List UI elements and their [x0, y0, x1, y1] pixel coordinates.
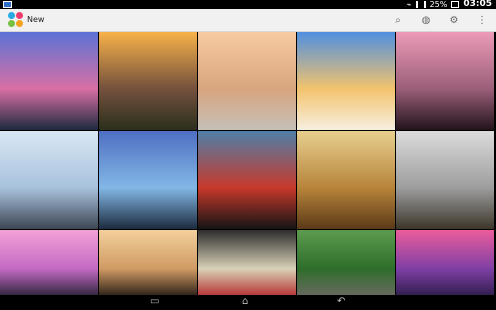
page-title: New: [27, 15, 45, 24]
recent-apps-icon[interactable]: ▭: [150, 296, 159, 307]
status-icons: ⌁ 25% 03:05: [407, 0, 492, 9]
stormy-beach-wallpaper[interactable]: [99, 131, 197, 229]
back-icon[interactable]: ↶: [337, 296, 345, 307]
overflow-menu-icon[interactable]: ⋮: [476, 14, 488, 26]
home-icon[interactable]: ⌂: [242, 296, 248, 307]
app-logo-icon[interactable]: [8, 12, 24, 28]
battery-icon: [451, 1, 460, 8]
purple-lake-wallpaper[interactable]: [396, 230, 494, 297]
beach-palm-wallpaper[interactable]: [297, 32, 395, 130]
wifi-icon: ⌁: [406, 0, 412, 9]
misty-field-wallpaper[interactable]: [198, 32, 296, 130]
clock: 03:05: [463, 0, 492, 9]
notification-icon: [3, 1, 12, 8]
signal-icon: [415, 1, 426, 8]
search-icon[interactable]: ⌕: [392, 14, 404, 26]
castle-forest-wallpaper[interactable]: [297, 230, 395, 297]
tree-sunset-wallpaper[interactable]: [99, 230, 197, 297]
battery-text: 25%: [429, 0, 448, 9]
pink-sunset-wallpaper[interactable]: [0, 230, 98, 297]
lake-sunset-wallpaper[interactable]: [0, 32, 98, 130]
settings-icon[interactable]: ⚙: [448, 14, 460, 26]
wheat-field-wallpaper[interactable]: [297, 131, 395, 229]
vintage-cars-wallpaper[interactable]: [396, 131, 494, 229]
action-bar: New ⌕ ◍ ⚙ ⋮: [0, 9, 496, 32]
palette-icon[interactable]: ◍: [420, 14, 432, 26]
red-car-wallpaper[interactable]: [198, 131, 296, 229]
rocky-coast-wallpaper[interactable]: [396, 32, 494, 130]
navigation-bar: ▭ ⌂ ↶: [0, 295, 496, 310]
classic-car-wallpaper[interactable]: [198, 230, 296, 297]
boardwalk-sunrise-wallpaper[interactable]: [99, 32, 197, 130]
action-icons: ⌕ ◍ ⚙ ⋮: [392, 14, 488, 26]
status-bar: ⌁ 25% 03:05: [0, 0, 496, 9]
wallpaper-grid: [0, 32, 496, 297]
volcano-snow-wallpaper[interactable]: [0, 131, 98, 229]
